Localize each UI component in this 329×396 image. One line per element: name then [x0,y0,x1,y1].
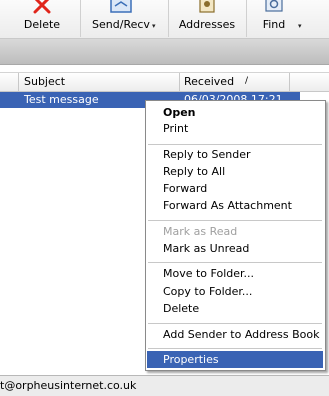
find-icon [265,0,283,12]
folder-bar [0,39,329,65]
send-receive-icon [110,0,132,13]
menu-item-move-to-folder[interactable]: Move to Folder... [146,265,325,282]
received-column-header[interactable]: Received [184,75,234,88]
find-label: Find [262,18,286,31]
delete-button[interactable]: Delete [14,0,70,38]
menu-separator [148,220,322,221]
status-account: t@orpheusinternet.co.uk [0,379,137,392]
find-button[interactable]: Find [254,0,294,38]
toolbar-separator [80,0,81,37]
menu-item-mark-as-unread[interactable]: Mark as Unread [146,240,325,257]
addresses-button[interactable]: Addresses [176,0,238,38]
menu-item-forward-as-attachment[interactable]: Forward As Attachment [146,197,325,214]
menu-item-reply-to-all[interactable]: Reply to All [146,163,325,180]
delete-x-icon [33,0,51,14]
menu-separator [148,144,322,145]
find-dropdown[interactable]: ▾ [298,22,302,30]
menu-item-mark-as-read: Mark as Read [163,225,238,238]
sort-indicator-icon: / [245,76,249,86]
context-menu: Open Print Reply to Sender Reply to All … [145,100,326,371]
menu-item-forward[interactable]: Forward [146,180,325,197]
menu-item-reply-to-sender[interactable]: Reply to Sender [146,146,325,163]
toolbar-separator [246,0,247,37]
toolbar-separator [168,0,169,37]
subject-column-header[interactable]: Subject [24,75,65,88]
addresses-icon [199,0,215,13]
list-header: Subject Received / [0,72,329,92]
send-receive-button[interactable]: Send/Recv [88,0,154,38]
menu-item-add-sender-to-address-book[interactable]: Add Sender to Address Book [146,326,325,343]
delete-label: Delete [23,18,61,31]
send-receive-label: Send/Recv [92,18,150,31]
column-separator[interactable] [179,73,180,91]
menu-separator [148,262,322,263]
row-subject: Test message [24,93,99,106]
menu-separator [148,348,322,349]
toolbar: Delete Send/Recv ▾ Addresses Find ▾ [0,0,329,39]
addresses-label: Addresses [178,18,236,31]
menu-item-copy-to-folder[interactable]: Copy to Folder... [146,283,325,300]
menu-separator [148,323,322,324]
send-receive-dropdown[interactable]: ▾ [152,22,156,30]
menu-item-print[interactable]: Print [146,120,325,137]
menu-item-open[interactable]: Open [146,104,325,121]
column-separator[interactable] [289,73,290,91]
menu-item-properties[interactable]: Properties [147,351,323,368]
column-separator[interactable] [18,73,19,91]
status-bar: t@orpheusinternet.co.uk [0,375,329,396]
menu-item-delete[interactable]: Delete [146,300,325,317]
